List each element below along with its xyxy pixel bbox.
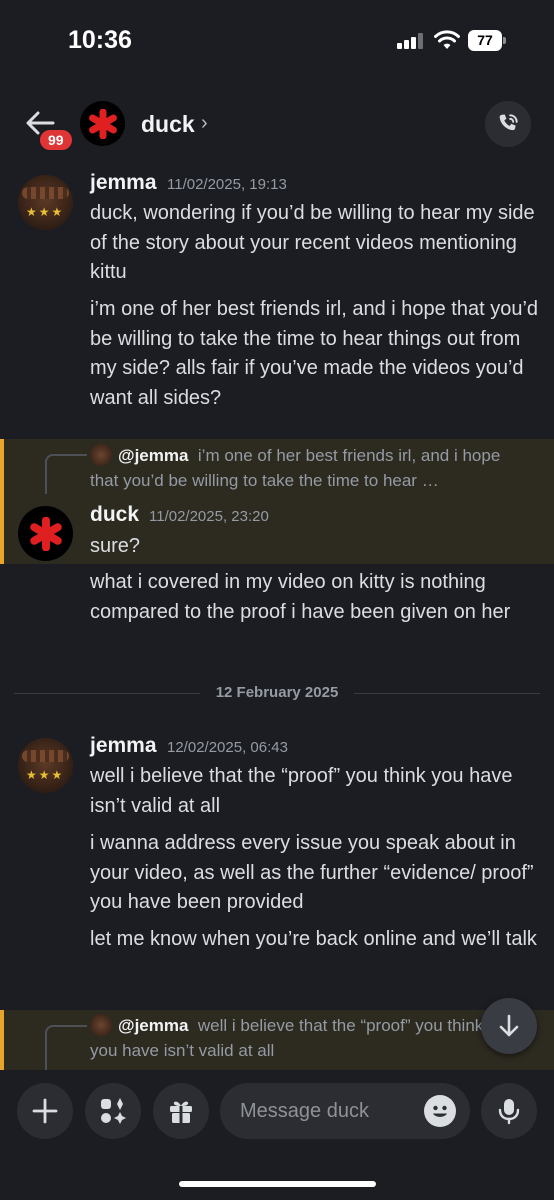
home-indicator [179, 1181, 376, 1187]
gift-icon [170, 1101, 192, 1123]
avatar[interactable]: ★★★ [18, 738, 73, 793]
reply-mention: @jemma [118, 446, 189, 465]
arrow-down-icon [499, 1014, 519, 1037]
reply-preview[interactable]: @jemma well i believe that the “proof” y… [90, 1013, 485, 1063]
avatar [90, 444, 112, 466]
message-text: sure? [90, 535, 141, 557]
microphone-icon [498, 1099, 520, 1125]
date-divider-label: 12 February 2025 [200, 684, 354, 701]
timestamp: 12/02/2025, 06:43 [167, 739, 288, 756]
status-time: 10:36 [68, 26, 132, 54]
avatar [90, 1014, 112, 1036]
phone-icon [499, 114, 518, 131]
avatar[interactable] [80, 101, 125, 146]
voice-message-button[interactable] [481, 1083, 537, 1139]
username[interactable]: jemma [90, 171, 157, 195]
message-text: i’m one of her best friends irl, and i h… [90, 298, 539, 409]
message-input[interactable] [240, 1083, 420, 1139]
apps-button[interactable] [85, 1083, 141, 1139]
message-text: duck, wondering if you’d be willing to h… [90, 202, 535, 283]
status-bar: 10:36 77 [0, 0, 554, 86]
cellular-signal-icon [397, 33, 427, 49]
emoji-icon[interactable] [424, 1095, 456, 1127]
reply-connector [45, 454, 87, 494]
attach-button[interactable] [17, 1083, 73, 1139]
battery-level: 77 [468, 30, 502, 51]
reply-connector [45, 1025, 87, 1070]
avatar[interactable]: ★★★ [18, 175, 73, 230]
battery-icon: 77 [468, 30, 506, 51]
message-text: what i covered in my video on kitty is n… [90, 571, 511, 623]
message-text: well i believe that the “proof” you thin… [90, 765, 513, 817]
red-asterisk-icon [88, 108, 117, 139]
avatar[interactable] [18, 506, 73, 561]
message-input-container [220, 1083, 470, 1139]
call-button[interactable] [485, 101, 531, 147]
message-text: i wanna address every issue you speak ab… [90, 832, 534, 913]
gift-button[interactable] [153, 1083, 209, 1139]
apps-icon [101, 1098, 126, 1124]
message-text: let me know when you’re back online and … [90, 928, 537, 950]
jump-to-bottom-button[interactable] [481, 998, 537, 1054]
wifi-icon [434, 30, 460, 49]
reply-mention: @jemma [118, 1016, 189, 1035]
chevron-right-icon[interactable]: › [201, 112, 208, 135]
red-asterisk-icon [29, 516, 62, 551]
timestamp: 11/02/2025, 23:20 [149, 508, 269, 525]
channel-name[interactable]: duck [141, 111, 195, 138]
username[interactable]: jemma [90, 734, 157, 758]
reply-preview[interactable]: @jemma i’m one of her best friends irl, … [90, 443, 530, 493]
unread-badge: 99 [38, 128, 74, 152]
channel-header: 99 duck › [0, 90, 554, 160]
username[interactable]: duck [90, 503, 139, 527]
timestamp: 11/02/2025, 19:13 [167, 176, 287, 193]
plus-icon [32, 1098, 58, 1124]
